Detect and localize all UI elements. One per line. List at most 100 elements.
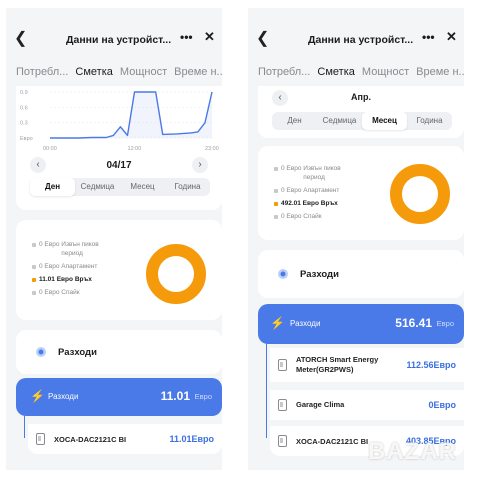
device-row[interactable]: XOCA-DAC2121C BI 11.01Евро xyxy=(28,424,222,454)
period-month[interactable]: Месец xyxy=(362,112,407,130)
expenses-card[interactable]: Разходи xyxy=(258,250,464,298)
device-row[interactable]: ATORCH Smart Energy Meter(GR2PWS) 112.56… xyxy=(270,348,464,382)
legend-swatch xyxy=(274,214,278,219)
legend-swatch xyxy=(32,290,36,295)
legend-value: 11.01 Евро xyxy=(39,276,73,283)
legend-swatch xyxy=(32,277,36,282)
legend-item: 492.01 Евро Връх xyxy=(274,199,384,208)
bar-label: Разходи xyxy=(290,319,321,328)
total-expenses-bar[interactable]: ⚡ Разходи 516.41 Евро xyxy=(258,304,464,344)
x-tick-label: 12:00 xyxy=(128,146,142,152)
tab-time[interactable]: Време н... xyxy=(174,66,222,78)
expenses-card[interactable]: Разходи xyxy=(16,330,222,374)
tab-bar: Потребл... Сметка Мощност Време н... xyxy=(16,66,222,86)
page-title: Данни на устройст... xyxy=(308,34,414,46)
legend-swatch xyxy=(274,166,278,171)
tab-bill[interactable]: Сметка xyxy=(317,66,354,78)
tab-power[interactable]: Мощност xyxy=(120,66,167,78)
device-name: XOCA-DAC2121C BI xyxy=(296,437,369,446)
tab-consumption[interactable]: Потребл... xyxy=(258,66,310,78)
tab-bar: Потребл... Сметка Мощност Време н... xyxy=(258,66,464,86)
bar-label: Разходи xyxy=(48,392,79,401)
month-label: Апр. xyxy=(351,92,371,102)
donut-ring xyxy=(146,244,206,304)
period-day[interactable]: Ден xyxy=(272,112,317,130)
close-icon[interactable]: ✕ xyxy=(204,29,215,45)
tab-time[interactable]: Време н... xyxy=(416,66,464,78)
tab-power[interactable]: Мощност xyxy=(362,66,409,78)
legend-label: Апартамент xyxy=(61,263,98,270)
legend-value: 0 Евро xyxy=(281,213,302,220)
more-icon[interactable]: ••• xyxy=(180,30,193,44)
top-bar: ❮ Данни на устройст... ••• ✕ xyxy=(6,8,222,64)
period-day[interactable]: Ден xyxy=(30,178,75,196)
legend-swatch xyxy=(274,201,278,206)
device-name: Garage Clima xyxy=(296,400,345,409)
breakdown-card: 0 Евро Извън пиков период 0 Евро Апартам… xyxy=(258,146,464,240)
tab-consumption[interactable]: Потребл... xyxy=(16,66,68,78)
period-week[interactable]: Седмица xyxy=(317,112,362,130)
top-bar: ❮ Данни на устройст... ••• ✕ xyxy=(248,8,464,64)
total-expenses-bar[interactable]: ⚡ Разходи 11.01 Евро xyxy=(16,378,222,416)
bar-amount: 516.41 xyxy=(395,316,432,330)
x-tick-label: 23:00 xyxy=(205,146,219,152)
back-icon[interactable]: ❮ xyxy=(14,30,32,48)
page-title: Данни на устройст... xyxy=(66,34,172,46)
watermark-logo: BAZAR xyxy=(368,438,457,465)
chart-card: 0.9 0.6 0.3 Евро 00:00 12:00 23:00 ‹ 04/17 › Д… xyxy=(16,86,222,210)
legend-label: Връх xyxy=(74,276,92,283)
tab-bill[interactable]: Сметка xyxy=(75,66,112,78)
expenses-icon xyxy=(36,347,46,357)
legend-item: 0 Евро Извън пиков период xyxy=(32,240,142,258)
lightning-icon: ⚡ xyxy=(30,389,45,403)
legend-value: 0 Евро xyxy=(39,263,60,270)
month-card: ‹ Апр. Ден Седмица Месец Година xyxy=(258,86,464,138)
back-icon[interactable]: ❮ xyxy=(256,30,274,48)
legend-swatch xyxy=(274,188,278,193)
legend-item: 0 Евро Апартамент xyxy=(274,186,384,195)
period-month[interactable]: Месец xyxy=(120,178,165,196)
legend-label: Извън пиков период xyxy=(61,241,99,257)
next-date-button[interactable]: › xyxy=(192,157,208,173)
plug-icon xyxy=(278,435,287,447)
bar-unit: Евро xyxy=(436,319,454,328)
bar-amount: 11.01 xyxy=(160,389,190,403)
plug-icon xyxy=(278,359,287,371)
tree-line xyxy=(266,344,267,438)
left-screen: ❮ Данни на устройст... ••• ✕ Потребл... … xyxy=(6,8,222,470)
device-value: 0Евро xyxy=(428,400,456,410)
legend-label: Спайк xyxy=(303,213,322,220)
legend-value: 0 Евро xyxy=(39,289,60,296)
expenses-title: Разходи xyxy=(58,347,97,358)
plug-icon xyxy=(36,433,45,445)
legend-label: Връх xyxy=(320,200,338,207)
donut-ring xyxy=(390,164,450,224)
legend-swatch xyxy=(32,264,36,269)
period-selector: Ден Седмица Месец Година xyxy=(272,112,452,130)
y-tick-label: Евро xyxy=(20,136,33,142)
device-name: ATORCH Smart Energy Meter(GR2PWS) xyxy=(296,355,379,374)
device-row[interactable]: Garage Clima 0Евро xyxy=(270,390,464,420)
legend-value: 0 Евро xyxy=(39,241,60,248)
legend-item: 0 Евро Спайк xyxy=(274,212,384,221)
period-selector: Ден Седмица Месец Година xyxy=(30,178,210,196)
period-year[interactable]: Година xyxy=(165,178,210,196)
device-value: 11.01Евро xyxy=(169,434,214,444)
donut-chart xyxy=(146,244,206,304)
more-icon[interactable]: ••• xyxy=(422,30,435,44)
device-value: 112.56Евро xyxy=(406,360,456,370)
period-week[interactable]: Седмица xyxy=(75,178,120,196)
legend-label: Апартамент xyxy=(303,187,340,194)
bar-unit: Евро xyxy=(194,392,212,401)
legend: 0 Евро Извън пиков период 0 Евро Апартам… xyxy=(274,164,384,225)
legend-swatch xyxy=(32,242,36,247)
tree-line xyxy=(24,416,25,438)
breakdown-card: 0 Евро Извън пиков период 0 Евро Апартам… xyxy=(16,220,222,320)
legend-item: 0 Евро Спайк xyxy=(32,288,142,297)
expenses-icon xyxy=(278,269,288,279)
legend-value: 492.01 Евро xyxy=(281,200,319,207)
close-icon[interactable]: ✕ xyxy=(446,29,457,45)
period-year[interactable]: Година xyxy=(407,112,452,130)
lightning-icon: ⚡ xyxy=(270,316,285,330)
usage-chart: 0.9 0.6 0.3 Евро 00:00 12:00 23:00 xyxy=(20,90,219,152)
